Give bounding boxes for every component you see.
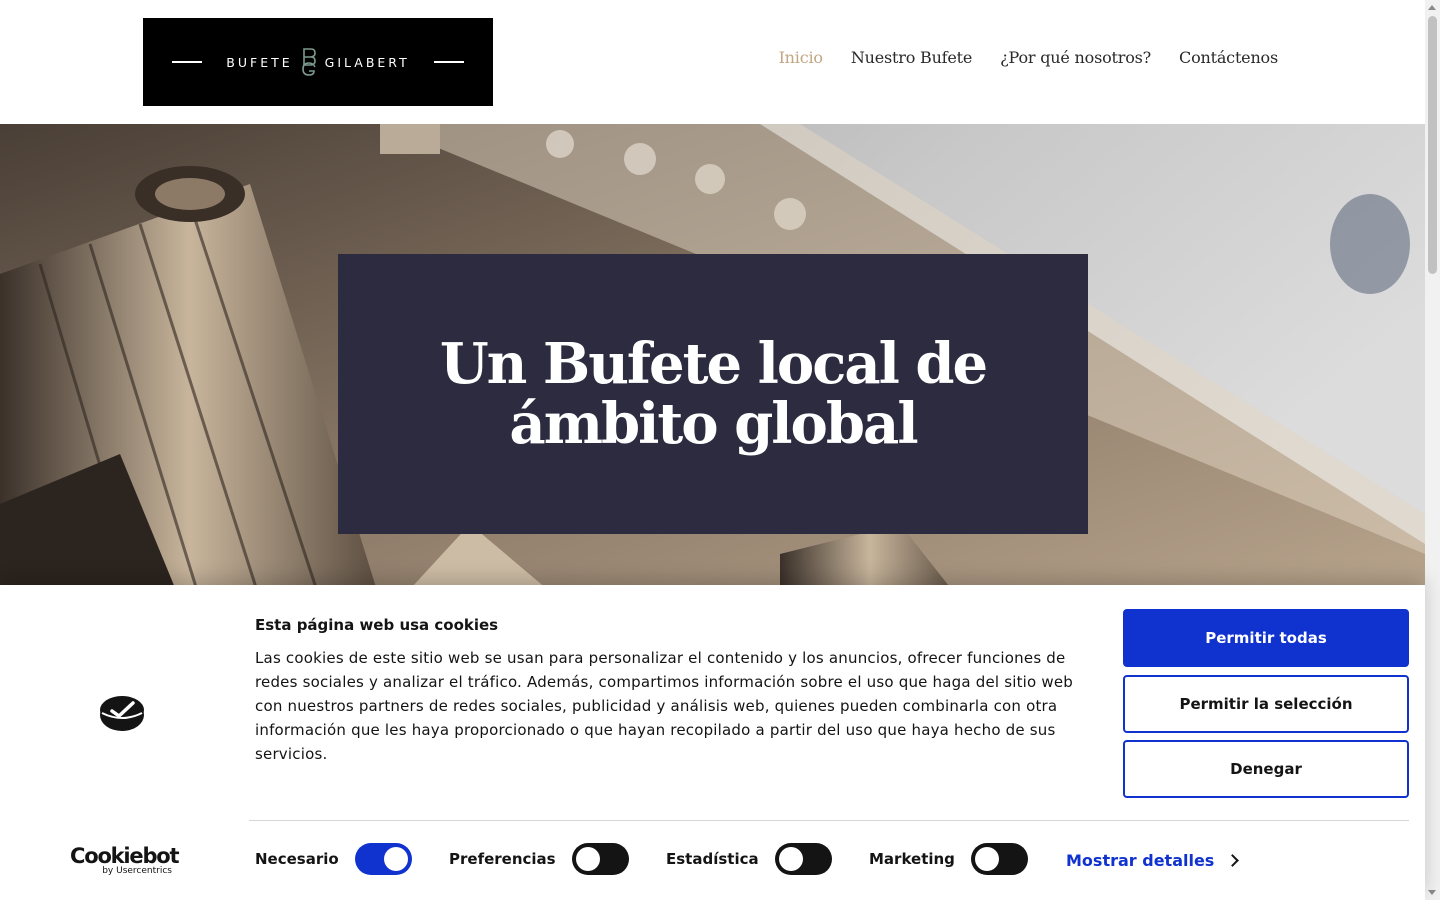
deny-button[interactable]: Denegar (1123, 740, 1409, 798)
chevron-right-icon (1226, 854, 1240, 867)
logo-dash-right (433, 61, 464, 63)
nav-item-nuestro-bufete[interactable]: Nuestro Bufete (851, 48, 973, 67)
toggle-necesario[interactable] (354, 843, 412, 875)
toggle-knob (778, 847, 803, 871)
allow-selection-button[interactable]: Permitir la selección (1123, 675, 1409, 733)
toggle-group-preferencias: Preferencias (449, 843, 629, 875)
toggle-preferencias[interactable] (571, 843, 629, 875)
cookie-divider (249, 820, 1409, 821)
toggle-label-marketing: Marketing (869, 850, 955, 868)
cookie-description: Las cookies de este sitio web se usan pa… (255, 649, 1074, 763)
monogram-icon (301, 48, 316, 76)
nav-item-inicio[interactable]: Inicio (779, 48, 823, 67)
toggle-group-necesario: Necesario (255, 843, 412, 875)
cookie-title: Esta página web usa cookies (255, 616, 499, 634)
toggle-knob (575, 847, 600, 871)
toggle-estadistica[interactable] (774, 843, 832, 875)
cookiebot-brand-name: Cookiebot (70, 844, 180, 868)
logo-word-right: GILABERT (324, 54, 410, 70)
cookiebot-logo-icon (100, 696, 144, 731)
site-logo[interactable]: BUFETE GILABERT (143, 18, 493, 106)
page-scrollbar[interactable] (1425, 0, 1440, 900)
scrollbar-thumb[interactable] (1428, 16, 1437, 274)
hero-title: Un Bufete local de ámbito global (439, 331, 988, 457)
logo-word-left: BUFETE (226, 54, 293, 70)
toggle-label-necesario: Necesario (255, 850, 339, 868)
toggle-label-preferencias: Preferencias (449, 850, 556, 868)
hero-title-box: Un Bufete local de ámbito global (338, 254, 1088, 534)
logo-dash-left (172, 61, 203, 63)
scroll-up-arrow-icon[interactable] (1428, 5, 1436, 10)
site-header: BUFETE GILABERT Inicio Nuestro Bufete ¿P… (0, 0, 1425, 124)
toggle-knob (383, 847, 408, 871)
hero-section: Un Bufete local de ámbito global (0, 124, 1425, 600)
toggle-label-estadistica: Estadística (666, 850, 759, 868)
toggle-marketing[interactable] (970, 843, 1028, 875)
toggle-group-marketing: Marketing (869, 843, 1028, 875)
cookie-consent-banner: Esta página web usa cookies Las cookies … (0, 585, 1425, 900)
allow-all-button[interactable]: Permitir todas (1123, 609, 1409, 667)
main-nav: Inicio Nuestro Bufete ¿Por qué nosotros?… (779, 48, 1279, 67)
show-details-label: Mostrar detalles (1066, 851, 1215, 870)
show-details-link[interactable]: Mostrar detalles (1066, 851, 1240, 870)
toggle-knob (974, 847, 999, 871)
nav-item-contactenos[interactable]: Contáctenos (1179, 48, 1278, 67)
nav-item-por-que-nosotros[interactable]: ¿Por qué nosotros? (1000, 48, 1151, 67)
scroll-down-arrow-icon[interactable] (1428, 890, 1436, 895)
cookiebot-brand[interactable]: Cookiebot by Usercentrics (70, 844, 180, 876)
toggle-group-estadistica: Estadística (666, 843, 832, 875)
